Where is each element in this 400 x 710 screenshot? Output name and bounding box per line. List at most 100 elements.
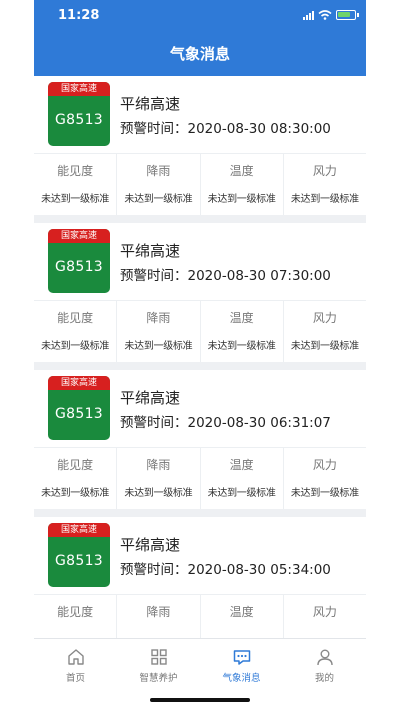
metric-wind: 风力 未达到一级标准 [284, 154, 366, 215]
highway-code: G8513 [55, 553, 103, 569]
warning-time-value: 2020-08-30 06:31:07 [187, 415, 331, 431]
metric-rainfall: 降雨 未达到一级标准 [117, 448, 201, 509]
metric-label: 温度 [229, 605, 254, 619]
metric-visibility: 能见度 [34, 595, 118, 638]
metric-value: 未达到一级标准 [41, 194, 110, 205]
nav-bar: 气象消息 [34, 30, 366, 76]
metric-label: 降雨 [146, 311, 171, 325]
metric-temperature: 温度 未达到一级标准 [201, 154, 284, 215]
tab-bar: 首页 智慧养护 气象消息 我的 [34, 638, 366, 688]
tab-smart-maintenance[interactable]: 智慧养护 [117, 639, 200, 688]
metric-value: 未达到一级标准 [207, 341, 276, 352]
metric-value: 未达到一级标准 [41, 488, 110, 499]
metric-label: 降雨 [146, 458, 171, 472]
card-text: 平绵高速 预警时间：2020-08-30 05:34:00 [120, 523, 331, 580]
metric-value: 未达到一级标准 [124, 194, 193, 205]
metric-label: 能见度 [57, 311, 94, 325]
status-icons [303, 10, 359, 20]
message-card[interactable]: 国家高速 G8513 平绵高速 预警时间：2020-08-30 05:34:00… [34, 517, 366, 638]
status-bar: 11:28 [34, 0, 366, 30]
message-icon [233, 650, 250, 665]
card-text: 平绵高速 预警时间：2020-08-30 08:30:00 [120, 82, 331, 139]
highway-sign-icon: 国家高速 G8513 [48, 523, 110, 587]
metric-value: 未达到一级标准 [124, 341, 193, 352]
metric-visibility: 能见度未达到一级标准 [34, 448, 118, 509]
warning-time-label: 预警时间： [120, 121, 188, 137]
tab-label: 气象消息 [222, 673, 261, 684]
warning-time-label: 预警时间： [120, 415, 188, 431]
metric-wind: 风力 未达到一级标准 [284, 448, 366, 509]
warning-time-value: 2020-08-30 08:30:00 [187, 121, 331, 137]
metrics-row: 能见度未达到一级标准 降雨未达到一级标准 温度未达到一级标准 风力未达到一级标准 [34, 154, 366, 215]
tab-label: 我的 [314, 673, 334, 684]
metric-rainfall: 降雨 未达到一级标准 [117, 154, 201, 215]
status-time: 11:28 [58, 8, 100, 23]
home-indicator[interactable] [150, 698, 250, 702]
metric-label: 能见度 [57, 164, 94, 178]
message-card[interactable]: 国家高速 G8513 平绵高速 预警时间：2020-08-30 08:30:00… [34, 76, 366, 215]
highway-sign-icon: 国家高速 G8513 [48, 229, 110, 293]
sign-type: 国家高速 [48, 376, 110, 390]
metric-label: 风力 [312, 311, 337, 325]
warning-time-value: 2020-08-30 05:34:00 [187, 562, 331, 578]
warning-time-label: 预警时间： [120, 562, 188, 578]
metric-label: 温度 [229, 311, 254, 325]
metric-visibility: 能见度未达到一级标准 [34, 154, 118, 215]
home-indicator-area [34, 688, 366, 710]
warning-time-row: 预警时间：2020-08-30 07:30:00 [120, 266, 331, 286]
warning-time-row: 预警时间：2020-08-30 05:34:00 [120, 560, 331, 580]
warning-time-row: 预警时间：2020-08-30 08:30:00 [120, 119, 331, 139]
metric-value: 未达到一级标准 [207, 194, 276, 205]
metric-rainfall: 降雨 [117, 595, 201, 638]
metric-label: 风力 [312, 164, 337, 178]
card-header: 国家高速 G8513 平绵高速 预警时间：2020-08-30 05:34:00 [34, 517, 366, 595]
highway-sign-icon: 国家高速 G8513 [48, 82, 110, 146]
metrics-row: 能见度 降雨 温度 风力 [34, 595, 366, 638]
metric-visibility: 能见度 未达到一级标准 [34, 301, 118, 362]
weather-message-list[interactable]: 国家高速 G8513 平绵高速 预警时间：2020-08-30 08:30:00… [34, 76, 366, 638]
sign-type: 国家高速 [48, 523, 110, 537]
metric-value: 未达到一级标准 [124, 488, 193, 499]
metric-value: 未达到一级标准 [290, 341, 359, 352]
card-header: 国家高速 G8513 平绵高速 预警时间：2020-08-30 06:31:07 [34, 370, 366, 448]
card-text: 平绵高速 预警时间：2020-08-30 06:31:07 [120, 376, 331, 433]
tab-label: 首页 [65, 673, 85, 684]
tab-label: 智慧养护 [139, 673, 178, 684]
metric-label: 能见度 [57, 458, 94, 472]
message-card[interactable]: 国家高速 G8513 平绵高速 预警时间：2020-08-30 07:30:00… [34, 223, 366, 362]
metric-temperature: 温度 未达到一级标准 [201, 448, 284, 509]
metric-value: 未达到一级标准 [290, 194, 359, 205]
metric-label: 能见度 [57, 605, 94, 619]
road-name: 平绵高速 [120, 389, 181, 407]
sign-type: 国家高速 [48, 82, 110, 96]
metric-value: 未达到一级标准 [207, 488, 276, 499]
warning-time-value: 2020-08-30 07:30:00 [187, 268, 331, 284]
metric-label: 降雨 [146, 605, 171, 619]
highway-code: G8513 [55, 406, 103, 422]
metric-temperature: 温度 未达到一级标准 [201, 301, 284, 362]
metric-label: 风力 [312, 605, 337, 619]
metric-label: 风力 [312, 458, 337, 472]
highway-sign-icon: 国家高速 G8513 [48, 376, 110, 440]
card-text: 平绵高速 预警时间：2020-08-30 07:30:00 [120, 229, 331, 286]
tab-profile[interactable]: 我的 [283, 639, 366, 688]
battery-icon [336, 10, 359, 20]
home-icon [67, 649, 84, 665]
phone-screen: 11:28 气象消息 国家高速 G8513 平绵高速 预警时间：2020-08-… [34, 0, 366, 710]
metric-temperature: 温度 [201, 595, 284, 638]
metrics-row: 能见度 未达到一级标准 降雨未达到一级标准 温度未达到一级标准 风力未达到一级标准 [34, 301, 366, 362]
highway-code: G8513 [55, 259, 103, 275]
highway-code: G8513 [55, 112, 103, 128]
page-title: 气象消息 [169, 44, 230, 63]
metrics-row: 能见度未达到一级标准 降雨未达到一级标准 温度未达到一级标准 风力 未达到一级标准 [34, 448, 366, 509]
metric-label: 降雨 [146, 164, 171, 178]
metric-rainfall: 降雨 未达到一级标准 [117, 301, 201, 362]
tab-home[interactable]: 首页 [34, 639, 117, 688]
metric-label: 温度 [229, 458, 254, 472]
card-header: 国家高速 G8513 平绵高速 预警时间：2020-08-30 07:30:00 [34, 223, 366, 301]
metric-wind: 风力 [284, 595, 366, 638]
warning-time-label: 预警时间： [120, 268, 188, 284]
message-card[interactable]: 国家高速 G8513 平绵高速 预警时间：2020-08-30 06:31:07… [34, 370, 366, 509]
tab-weather-messages[interactable]: 气象消息 [200, 639, 283, 688]
metric-label: 温度 [229, 164, 254, 178]
